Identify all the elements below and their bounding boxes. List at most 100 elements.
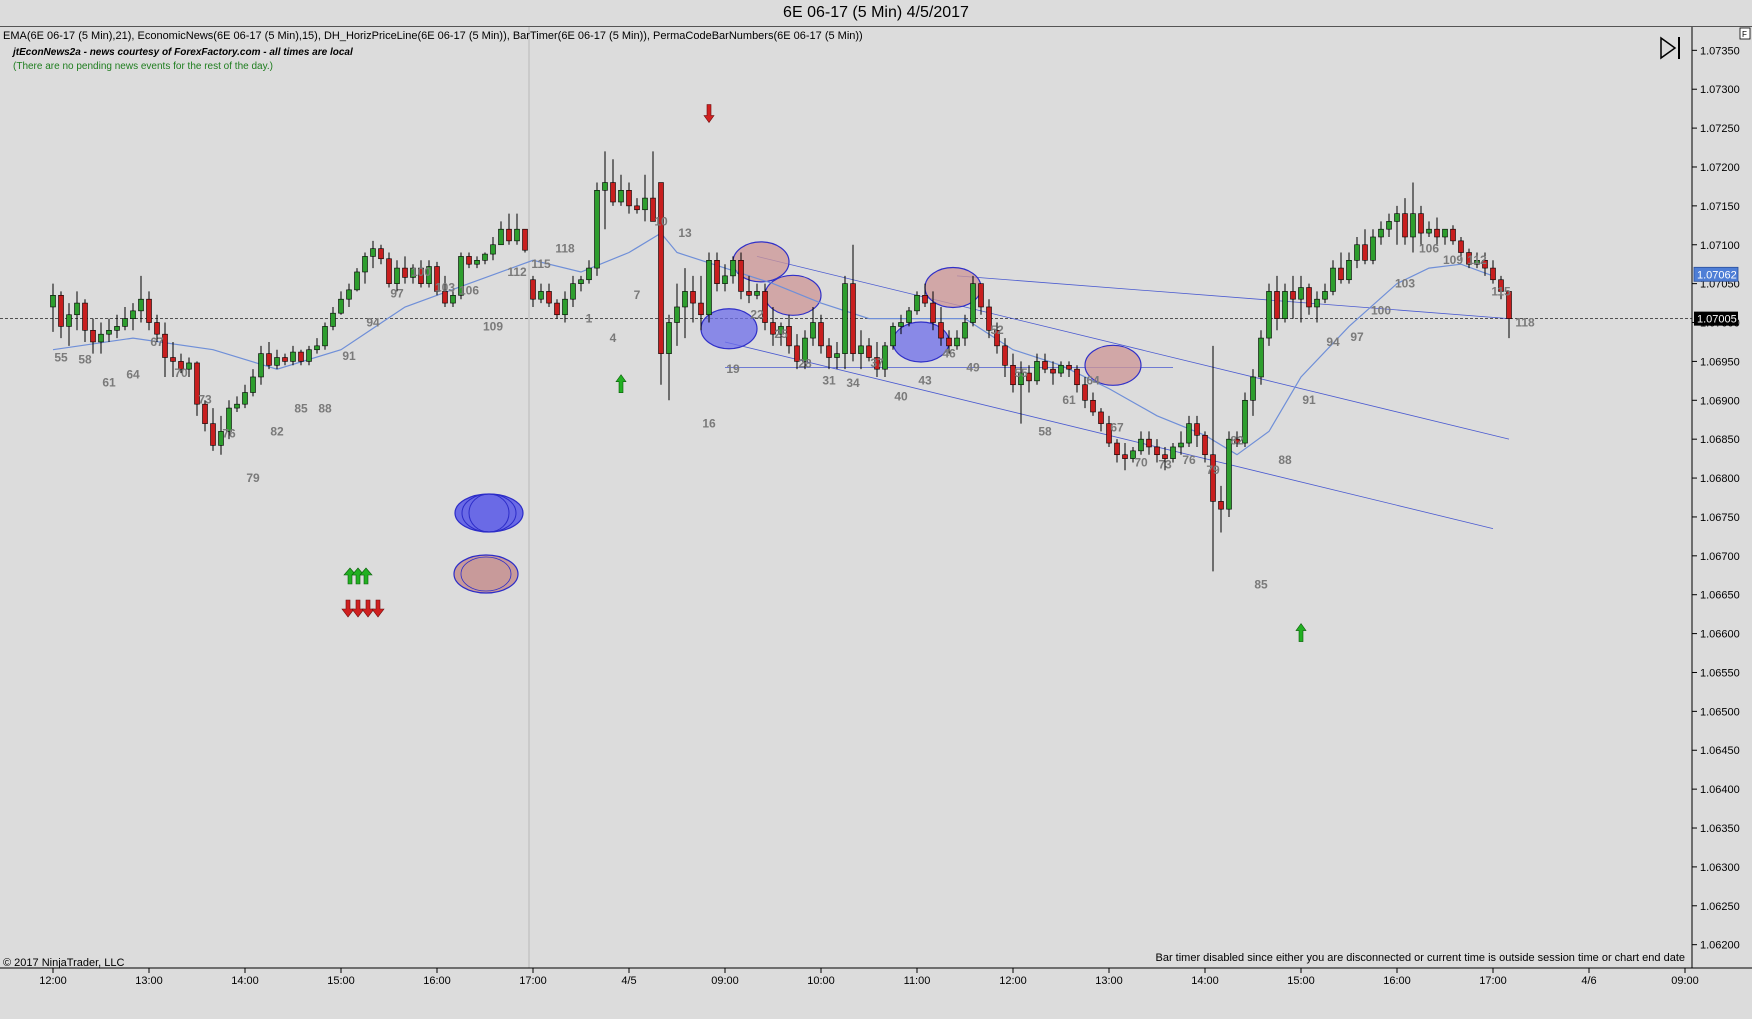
bar-number-label: 19 (726, 362, 740, 376)
candle-body (602, 182, 608, 191)
price-tick-label: 1.06700 (1700, 551, 1740, 563)
candle-body (306, 349, 312, 362)
bar-number-label: 1 (586, 312, 593, 326)
candle-body (658, 182, 664, 354)
price-tick-label: 1.06850 (1700, 434, 1740, 446)
bar-number-label: 58 (78, 353, 92, 367)
candle-body (538, 291, 544, 300)
bar-number-label: 67 (150, 335, 164, 349)
candle-body (730, 260, 736, 277)
candle-body (1330, 267, 1336, 292)
candle[interactable] (322, 322, 328, 350)
bar-number-label: 55 (54, 350, 68, 364)
candle-body (1146, 438, 1152, 448)
candle[interactable] (1258, 330, 1264, 385)
candle-body (610, 182, 616, 203)
time-tick-label: 10:00 (807, 975, 835, 987)
legend-blue-circle-icon (454, 493, 524, 533)
candle-body (706, 260, 712, 316)
time-tick-label: 11:00 (904, 975, 931, 987)
price-tick-label: 1.07100 (1700, 240, 1740, 252)
bar-number-label: 7 (634, 288, 641, 302)
candle-body (1346, 260, 1352, 281)
legend-up-arrows-icon (343, 567, 373, 585)
candle-body (1434, 228, 1440, 238)
bar-number-label: 103 (1395, 277, 1415, 291)
candle-body (1178, 442, 1184, 448)
candle-body (1138, 438, 1144, 452)
bar-number-label: 64 (126, 368, 140, 382)
bar-number-label: 79 (1206, 463, 1220, 477)
candle-body (1354, 244, 1360, 261)
candle-body (578, 279, 584, 284)
candle-body (370, 248, 376, 257)
candle-body (106, 329, 112, 335)
price-chart[interactable]: 55 58616467707376798285 88919497100103 1061… (0, 27, 1752, 1014)
price-tick-label: 1.06600 (1700, 629, 1740, 641)
price-tick-label: 1.06350 (1700, 823, 1740, 835)
bar-number-label: 49 (966, 361, 980, 375)
chart-panel[interactable]: 55 58 61 64 67 70 73 76 79 82 85 88 91 94 97 100 103 106 1… (0, 27, 1752, 1014)
candle-body (1218, 501, 1224, 510)
bar-number-label: 46 (942, 347, 956, 361)
properties-corner-box[interactable]: F (1739, 27, 1751, 40)
bar-number-label: 52 (990, 323, 1004, 337)
candle-body (1002, 345, 1008, 366)
bar-number-label: 25 (774, 327, 788, 341)
candle[interactable] (970, 275, 976, 327)
candle[interactable] (706, 252, 712, 323)
candle-body (586, 267, 592, 281)
bar-number-label: 88 (1278, 453, 1292, 467)
window-title: 6E 06-17 (5 Min) 4/5/2017 (783, 4, 969, 21)
candle-body (1290, 291, 1296, 300)
time-tick-label: 15:00 (327, 975, 355, 987)
candle-body (858, 345, 864, 354)
candle-body (978, 283, 984, 308)
candle[interactable] (890, 322, 896, 350)
candle-body (242, 392, 248, 405)
candle-body (1250, 376, 1256, 401)
candle[interactable] (594, 182, 600, 276)
candle-body (1426, 228, 1432, 234)
bar-number-label: 109 (1443, 253, 1463, 267)
bar-number-label: 76 (1182, 453, 1196, 467)
candle-body (354, 271, 360, 291)
price-tick-label: 1.07250 (1700, 123, 1740, 135)
candle-body (1226, 438, 1232, 510)
candle-body (50, 295, 56, 308)
candle-body (1362, 244, 1368, 261)
candle-body (138, 298, 144, 312)
candle-body (818, 322, 824, 347)
bar-number-label: 85 (294, 402, 308, 416)
candle[interactable] (522, 228, 528, 253)
bar-number-label: 70 (174, 366, 188, 380)
candle[interactable] (1266, 283, 1272, 346)
time-tick-label: 15:00 (1287, 975, 1315, 987)
candle-body (1186, 423, 1192, 444)
candle-body (738, 260, 744, 292)
candle-body (842, 283, 848, 354)
candle-body (258, 353, 264, 378)
candle-body (1114, 442, 1120, 456)
bar-number-label: 97 (1350, 330, 1364, 344)
bar-number-label: 118 (1515, 315, 1535, 329)
bar-number-label: 115 (1491, 284, 1511, 298)
candle-body (1282, 291, 1288, 319)
candle-body (594, 190, 600, 269)
candle-body (1338, 267, 1344, 281)
candle-body (682, 291, 688, 308)
candle-body (930, 302, 936, 323)
price-tick-label: 1.06300 (1700, 862, 1740, 874)
price-tick-label: 1.06550 (1700, 667, 1740, 679)
price-tick-label: 1.06450 (1700, 745, 1740, 757)
candle-body (922, 295, 928, 304)
candle-body (58, 295, 64, 327)
bar-number-label: 91 (1302, 393, 1316, 407)
candle-body (690, 291, 696, 304)
candle-body (970, 283, 976, 323)
candle-body (90, 329, 96, 343)
time-tick-label: 16:00 (423, 975, 451, 987)
time-tick-label: 12:00 (999, 975, 1027, 987)
candle-body (938, 322, 944, 339)
bar-number-label: 31 (822, 374, 836, 388)
